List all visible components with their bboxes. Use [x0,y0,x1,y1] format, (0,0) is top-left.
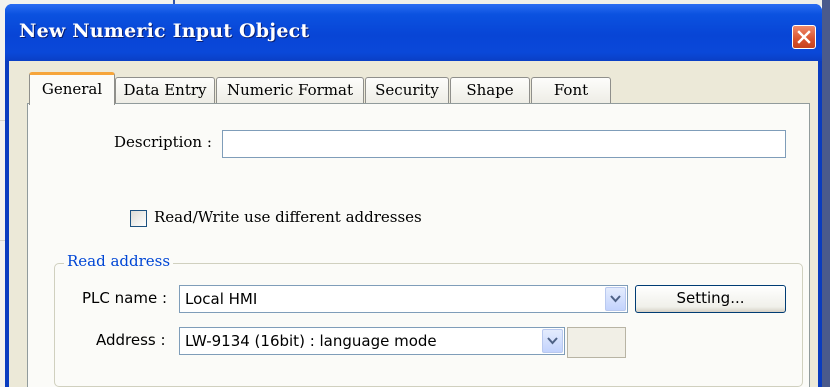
dialog-body: General Data Entry Numeric Format Securi… [9,61,818,387]
close-button[interactable] [792,25,816,49]
chevron-down-icon [547,337,558,345]
address-extra-field [567,327,626,358]
window-title: New Numeric Input Object [19,20,310,42]
tab-security[interactable]: Security [365,77,449,103]
plc-name-label: PLC name : [82,289,168,307]
address-dropdown-button[interactable] [542,329,563,353]
read-address-group [54,263,803,387]
address-label: Address : [96,331,166,349]
address-select[interactable]: LW-9134 (16bit) : language mode [179,327,565,355]
tab-shape[interactable]: Shape [450,77,530,103]
plc-name-select[interactable]: Local HMI [179,285,628,313]
rw-different-addresses-checkbox[interactable] [130,210,147,227]
tab-general[interactable]: General [29,72,115,105]
plc-name-value: Local HMI [185,290,258,308]
tab-data-entry[interactable]: Data Entry [115,77,215,103]
background-edge [822,0,830,387]
tab-numeric-format[interactable]: Numeric Format [216,77,364,103]
description-label: Description : [114,133,212,151]
setting-button[interactable]: Setting... [635,285,786,313]
rw-different-addresses-label: Read/Write use different addresses [154,208,422,226]
dialog-window: New Numeric Input Object General Data En… [5,4,822,387]
plc-name-dropdown-button[interactable] [605,287,626,311]
chevron-down-icon [610,295,621,303]
read-address-group-title: Read address [64,252,174,270]
address-value: LW-9134 (16bit) : language mode [185,332,437,350]
description-input[interactable] [222,130,786,158]
close-icon [797,30,811,44]
tab-panel-general: Description : Read/Write use different a… [27,103,810,387]
title-bar[interactable]: New Numeric Input Object [5,4,822,61]
tab-font[interactable]: Font [531,77,611,103]
